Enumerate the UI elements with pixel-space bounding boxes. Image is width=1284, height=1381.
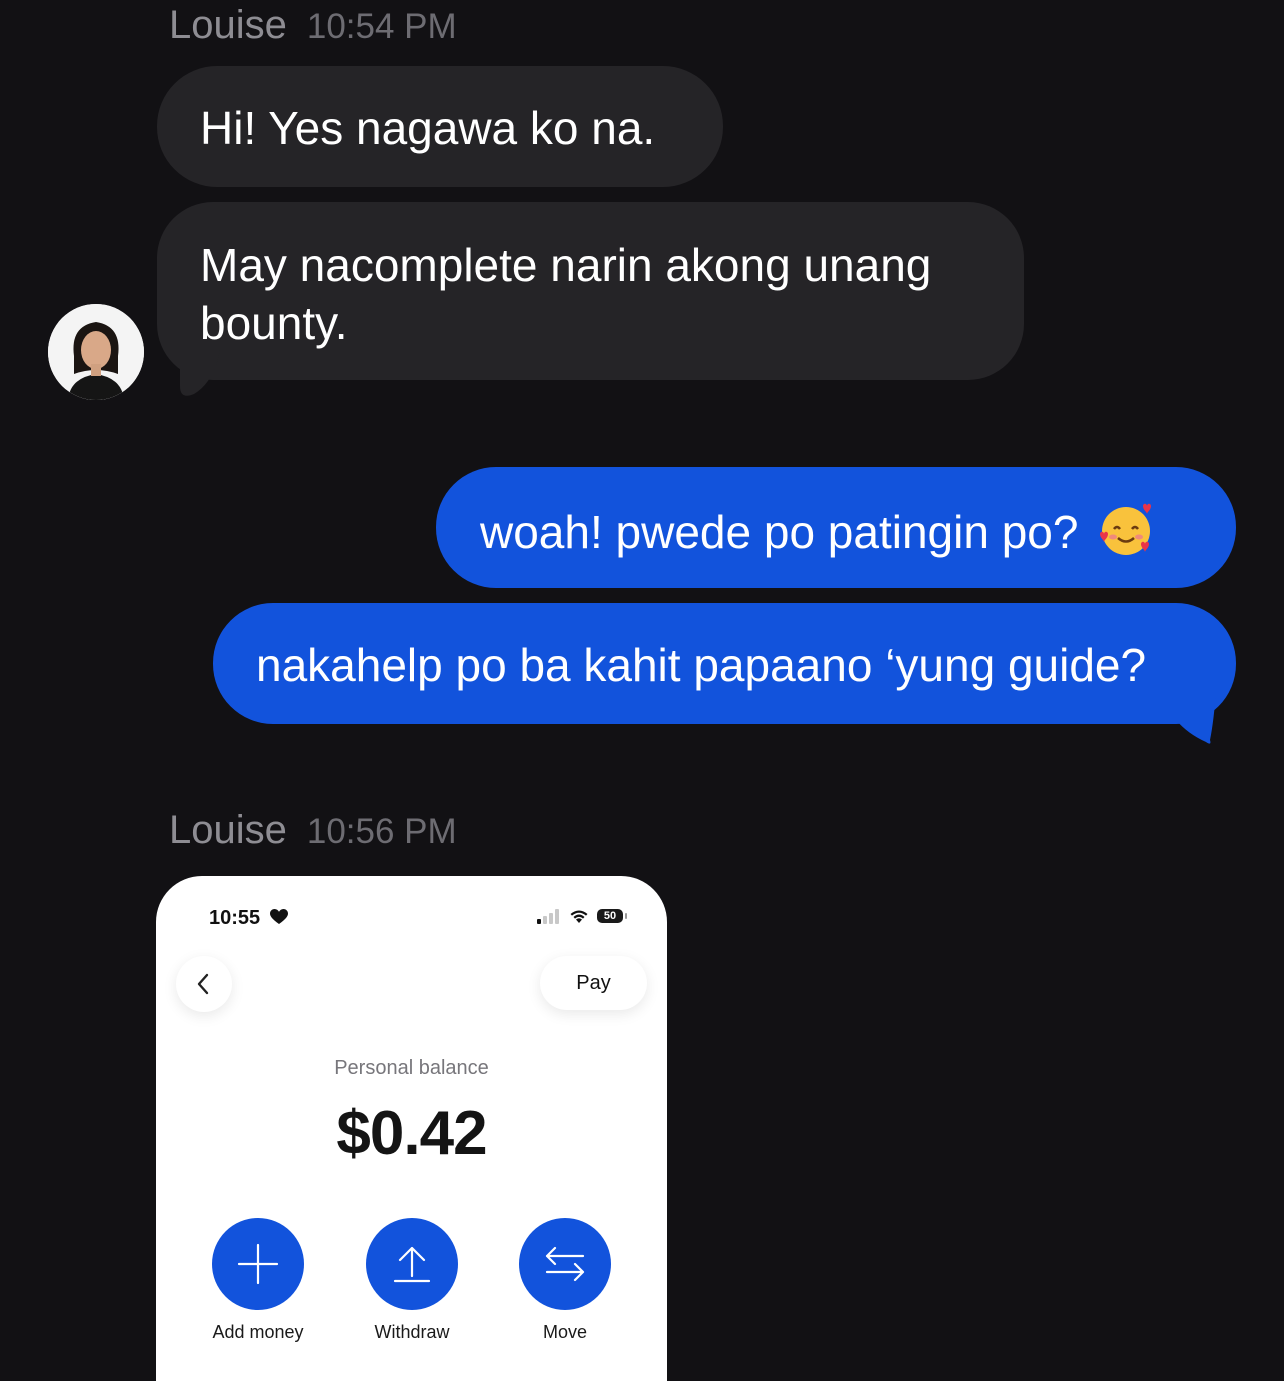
upload-icon — [393, 1246, 431, 1283]
message-text: nakahelp po ba kahit papaano ‘yung guide… — [256, 639, 1147, 691]
move-action[interactable]: Move — [495, 1218, 635, 1343]
incoming-message-bubble[interactable]: May nacomplete narin akong unang bounty. — [157, 202, 1024, 380]
outgoing-message-bubble[interactable]: woah! pwede po patingin po? — [436, 467, 1236, 588]
message-text-line: bounty. — [200, 297, 348, 349]
status-bar-time: 10:55 — [209, 907, 288, 930]
bubble-tail — [180, 350, 220, 396]
back-button[interactable] — [176, 956, 232, 1012]
pay-button[interactable]: Pay — [540, 956, 647, 1010]
incoming-message-bubble[interactable]: Hi! Yes nagawa ko na. — [157, 66, 723, 187]
balance-label: Personal balance — [334, 1057, 489, 1079]
message-text-line: May nacomplete narin akong unang — [200, 239, 932, 291]
wifi-icon — [570, 910, 588, 923]
bubble-tail — [1176, 690, 1216, 744]
status-bar-icons: 50 — [537, 908, 627, 924]
outgoing-message-bubble[interactable]: nakahelp po ba kahit papaano ‘yung guide… — [213, 603, 1236, 724]
withdraw-action[interactable]: Withdraw — [342, 1218, 482, 1343]
sender-header: Louise 10:56 PM — [169, 808, 457, 853]
message-text: Hi! Yes nagawa ko na. — [200, 102, 656, 154]
message-timestamp: 10:56 PM — [306, 812, 457, 851]
swap-arrows-icon — [545, 1246, 585, 1282]
sender-name: Louise — [169, 808, 287, 852]
action-label: Add money — [212, 1322, 304, 1342]
battery-indicator: 50 — [597, 909, 627, 923]
balance-amount: $0.42 — [336, 1099, 487, 1168]
plus-icon — [237, 1243, 279, 1285]
heart-icon — [269, 909, 288, 924]
smiling-face-with-hearts-icon — [1100, 503, 1152, 555]
sender-header: Louise 10:54 PM — [169, 3, 457, 48]
image-attachment[interactable]: 10:55 50 Pay Personal balance $0.42 Add … — [156, 876, 667, 1381]
signal-icon — [537, 909, 559, 924]
sender-name: Louise — [169, 3, 287, 47]
chevron-left-icon — [197, 973, 209, 995]
action-label: Withdraw — [374, 1322, 450, 1342]
message-timestamp: 10:54 PM — [306, 7, 457, 46]
message-text: woah! pwede po patingin po? — [480, 506, 1079, 558]
move-button[interactable] — [519, 1218, 611, 1310]
withdraw-button[interactable] — [366, 1218, 458, 1310]
action-label: Move — [542, 1322, 587, 1342]
add-money-action[interactable]: Add money — [188, 1218, 328, 1343]
avatar[interactable] — [48, 304, 144, 400]
add-money-button[interactable] — [212, 1218, 304, 1310]
avatar-photo-icon — [48, 304, 144, 400]
status-time-text: 10:55 — [209, 907, 261, 929]
